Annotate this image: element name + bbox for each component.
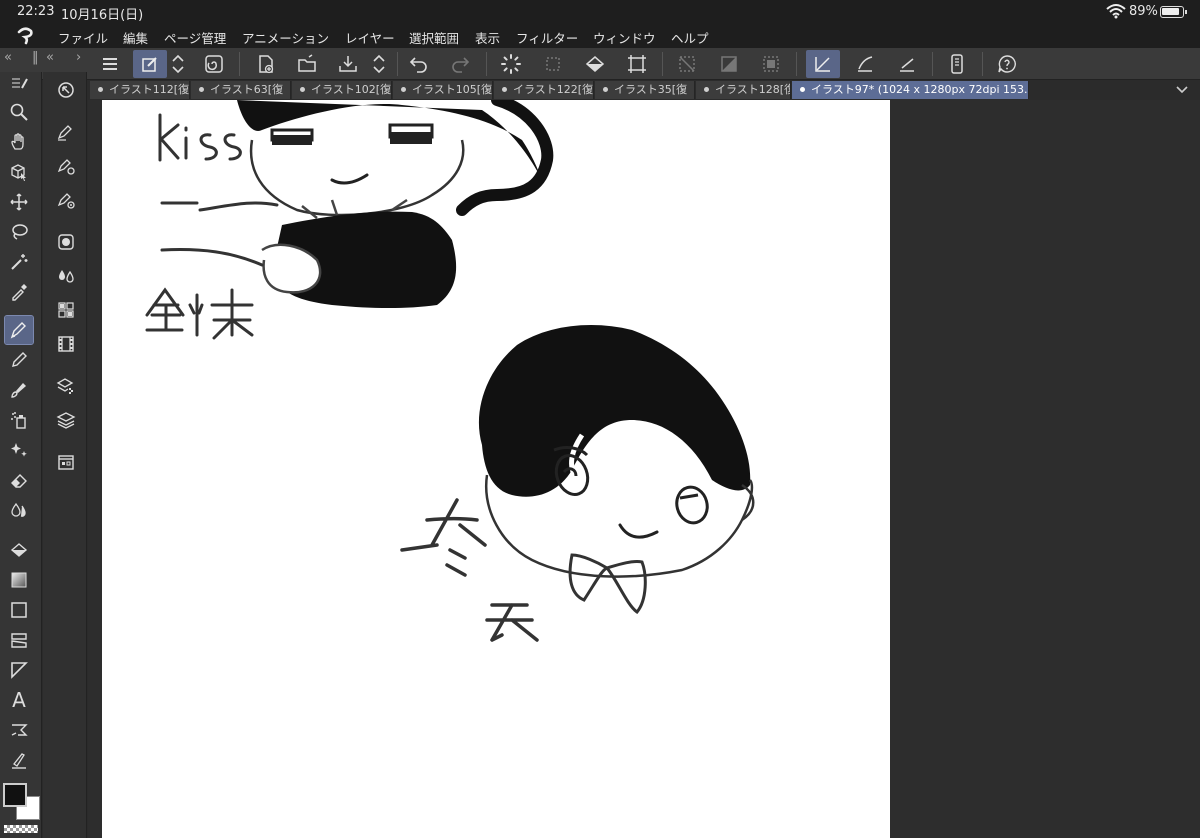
main-color-swatch[interactable]	[3, 783, 27, 807]
decoration-tool-icon[interactable]	[5, 436, 33, 464]
status-date: 10月16日(日)	[61, 8, 144, 23]
eraser-tool-icon[interactable]	[5, 466, 33, 494]
color-mix-icon[interactable]	[52, 262, 80, 290]
color-set-icon[interactable]	[52, 296, 80, 324]
magic-wand-icon[interactable]	[5, 248, 33, 276]
snap-ruler-icon	[815, 57, 830, 72]
pencil-square-icon	[142, 57, 157, 72]
wifi-icon	[1106, 4, 1126, 19]
save-stepper-icon[interactable]	[368, 50, 390, 78]
lasso-tool-icon[interactable]	[5, 218, 33, 246]
tool-palette-menu-icon[interactable]	[5, 74, 33, 92]
mode-stepper-icon[interactable]	[167, 50, 189, 78]
status-time: 22:23	[17, 4, 55, 19]
save-tray-icon[interactable]	[331, 50, 365, 78]
redo-icon[interactable]	[443, 50, 477, 78]
brush-target-icon[interactable]	[52, 186, 80, 214]
tab-illust-122[interactable]: イラスト122[復	[494, 81, 594, 99]
airbrush-tool-icon[interactable]	[5, 406, 33, 434]
menu-animation[interactable]: アニメーション	[242, 28, 329, 47]
hand-tool-icon[interactable]	[5, 128, 33, 156]
battery-percent: 89%	[1129, 4, 1158, 19]
expand-sub-icon[interactable]: ›	[76, 50, 81, 65]
chevron-down-icon[interactable]	[1175, 82, 1189, 96]
layer-property-icon[interactable]	[52, 372, 80, 400]
pencil-tool-icon[interactable]	[5, 346, 33, 374]
layers-icon[interactable]	[52, 406, 80, 434]
new-file-icon[interactable]	[248, 50, 282, 78]
menu-bar: ファイル 編集 ページ管理 アニメーション レイヤー 選択範囲 表示 フィルター…	[0, 24, 1200, 48]
drawing-canvas[interactable]	[102, 100, 890, 838]
document-tab-bar: イラスト112[復 イラスト63[復 イラスト102[復 イラスト105[復 イ…	[87, 80, 1200, 100]
menu-edit[interactable]: 編集	[123, 28, 148, 47]
brush-gear-icon[interactable]	[52, 152, 80, 180]
zoom-tool-icon[interactable]	[5, 98, 33, 126]
timeline-film-icon[interactable]	[52, 330, 80, 358]
spiral-icon[interactable]	[197, 50, 231, 78]
tab-illust-102[interactable]: イラスト102[復	[292, 81, 392, 99]
figure-tool-icon[interactable]	[5, 596, 33, 624]
menu-layer[interactable]: レイヤー	[345, 28, 395, 47]
tab-illust-35[interactable]: イラスト35[復	[595, 81, 695, 99]
loading-dots-icon[interactable]	[494, 50, 528, 78]
ruler-tool-icon[interactable]	[5, 656, 33, 684]
gradient-tool-icon[interactable]	[5, 566, 33, 594]
snap-line-icon[interactable]	[890, 50, 924, 78]
fill-bucket-icon[interactable]	[578, 50, 612, 78]
move-tool-icon[interactable]	[5, 188, 33, 216]
text-tool-icon[interactable]: A	[5, 686, 33, 714]
open-folder-icon[interactable]	[290, 50, 324, 78]
tab-illust-112[interactable]: イラスト112[復	[90, 81, 190, 99]
edit-mode-button[interactable]	[133, 50, 167, 78]
invert-selection-icon[interactable]	[712, 50, 746, 78]
eyedropper-icon[interactable]	[5, 278, 33, 306]
object-tool-icon[interactable]	[5, 158, 33, 186]
command-bar: « ‖ « ›	[0, 48, 1200, 80]
sub-tool-menu-icon[interactable]	[52, 76, 80, 104]
fill-tool-icon[interactable]	[5, 536, 33, 564]
status-bar: 22:23 10月16日(日) 89%	[0, 0, 1200, 24]
panel-grip-icon[interactable]: ‖	[32, 50, 39, 65]
tab-illust-63[interactable]: イラスト63[復	[191, 81, 291, 99]
transparent-color-swatch[interactable]	[4, 825, 38, 833]
sketch-drawing	[145, 100, 755, 642]
tab-illust-128[interactable]: イラスト128[復	[696, 81, 791, 99]
menu-selection[interactable]: 選択範囲	[409, 28, 459, 47]
app-logo-icon[interactable]	[14, 26, 36, 46]
menu-help[interactable]: ヘルプ	[671, 28, 709, 47]
pen-tool-icon[interactable]	[4, 315, 34, 345]
balloon-tool-icon[interactable]	[5, 716, 33, 744]
undo-icon[interactable]	[402, 50, 436, 78]
color-circle-icon[interactable]	[52, 228, 80, 256]
smartphone-icon[interactable]	[940, 50, 974, 78]
correct-line-icon[interactable]	[5, 746, 33, 774]
menu-file[interactable]: ファイル	[58, 28, 108, 47]
crop-transform-icon[interactable]	[620, 50, 654, 78]
help-bubble-icon[interactable]	[990, 50, 1024, 78]
ruler-snap-button[interactable]	[806, 50, 840, 78]
brush-tool-icon[interactable]	[5, 376, 33, 404]
battery-icon	[1160, 6, 1187, 18]
pen-settings-icon[interactable]	[52, 118, 80, 146]
snap-curve-icon[interactable]	[848, 50, 882, 78]
blend-tool-icon[interactable]	[5, 496, 33, 524]
frame-border-icon[interactable]	[5, 626, 33, 654]
menu-view[interactable]: 表示	[475, 28, 500, 47]
selection-dotted-icon[interactable]	[536, 50, 570, 78]
tab-illust-105[interactable]: イラスト105[復	[393, 81, 493, 99]
menu-window[interactable]: ウィンドウ	[593, 28, 656, 47]
material-catalog-icon[interactable]	[52, 448, 80, 476]
menu-page[interactable]: ページ管理	[164, 28, 226, 47]
tab-illust-97-active[interactable]: イラスト97* (1024 x 1280px 72dpi 153.4%)	[792, 81, 1029, 99]
menu-hamburger-icon[interactable]	[93, 50, 127, 78]
collapse-left-icon[interactable]: «	[4, 50, 12, 65]
clear-selection-icon[interactable]	[670, 50, 704, 78]
collapse-sub-icon[interactable]: «	[46, 50, 54, 65]
select-all-icon[interactable]	[754, 50, 788, 78]
menu-filter[interactable]: フィルター	[516, 28, 578, 47]
